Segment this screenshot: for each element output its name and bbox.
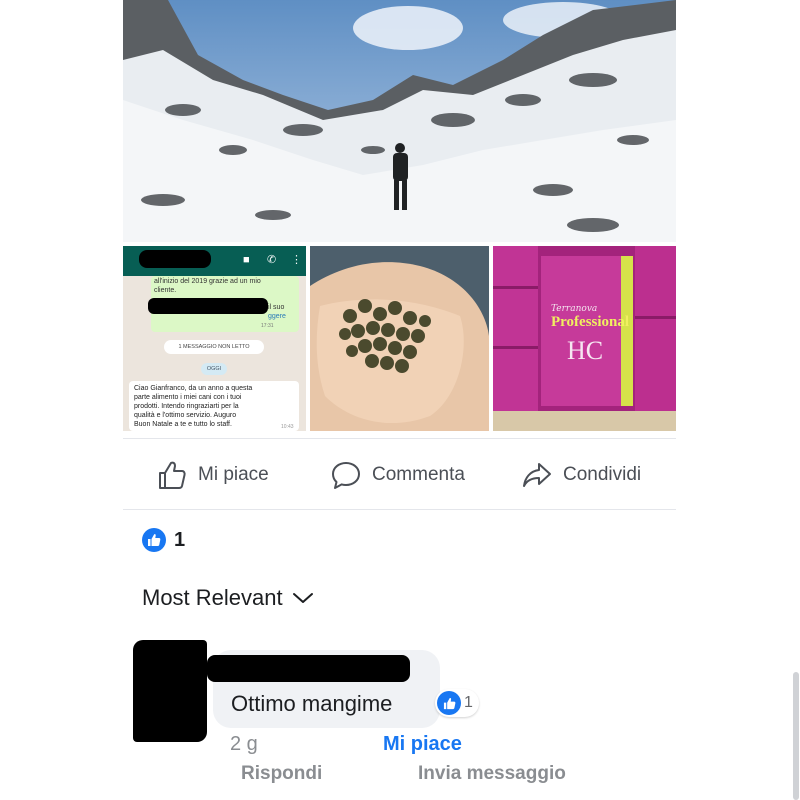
chat-header-bar: ■ ✆ ⋮ [123, 246, 306, 276]
post: ■ ✆ ⋮ all'inizio del 2019 grazie ad un m… [123, 0, 799, 800]
share-arrow-icon [523, 463, 551, 487]
bag-brand: Terranova [551, 304, 598, 314]
chat-time: 10:43 [281, 424, 294, 430]
comment-like-link[interactable]: Mi piace [383, 733, 462, 756]
chat-day-marker: OGGI [201, 363, 227, 375]
chat-line: all'inizio del 2019 grazie ad un mio [154, 278, 261, 285]
video-call-icon: ■ [243, 254, 250, 266]
chat-line: il suo [268, 304, 285, 311]
comment-icon [332, 462, 360, 489]
chat-time: 17:31 [261, 323, 274, 329]
bag-line: Professional [551, 314, 630, 330]
reaction-summary[interactable]: 1 [142, 527, 185, 553]
post-action-bar: Mi piace Commenta Condividi [123, 438, 676, 510]
chat-line: cliente. [154, 287, 177, 294]
chat-link: ggere [268, 313, 286, 320]
comment-text: Ottimo mangime [231, 691, 393, 716]
comment-reply-link[interactable]: Rispondi [241, 763, 322, 785]
comment-reaction-count: 1 [464, 694, 473, 711]
chat-incoming-bubble: Ciao Gianfranco, da un anno a questa par… [129, 381, 299, 431]
sort-label: Most Relevant [142, 585, 283, 610]
redacted-avatar [133, 640, 207, 742]
comment-reaction-badge[interactable]: 1 [435, 689, 479, 717]
phone-icon: ✆ [267, 254, 277, 266]
comment-timestamp: 2 g [230, 733, 258, 755]
share-button[interactable]: Condividi [521, 439, 641, 511]
like-reaction-icon [142, 528, 166, 552]
redacted-chat-text [148, 298, 268, 314]
chat-unread-marker: 1 MESSAGGIO NON LETTO [164, 340, 264, 354]
thumbnail-chat-screenshot[interactable]: ■ ✆ ⋮ all'inizio del 2019 grazie ad un m… [123, 246, 306, 431]
share-label: Condividi [563, 464, 642, 485]
kibble-hand-photo [310, 246, 489, 431]
post-hero-image[interactable] [123, 0, 676, 242]
reaction-count: 1 [174, 528, 186, 551]
thumbs-up-icon [159, 461, 186, 489]
chevron-down-icon [292, 593, 313, 603]
post-thumbnails: ■ ✆ ⋮ all'inizio del 2019 grazie ad un m… [123, 246, 676, 431]
like-reaction-icon [437, 691, 461, 715]
comment-message-link[interactable]: Invia messaggio [418, 763, 566, 785]
more-icon: ⋮ [291, 254, 302, 266]
comment-sort-dropdown[interactable]: Most Relevant [142, 585, 315, 611]
thumbnail-kibble-photo[interactable] [310, 246, 489, 431]
scrollbar[interactable] [793, 672, 799, 800]
redacted-commenter-name [207, 655, 410, 682]
like-button[interactable]: Mi piace [156, 439, 269, 511]
chat-incoming-text: Ciao Gianfranco, da un anno a questa par… [134, 385, 253, 428]
like-label: Mi piace [198, 464, 269, 485]
comment-label: Commenta [372, 464, 465, 485]
bag-product: HC [567, 336, 604, 365]
thumbnail-product-bags[interactable]: Terranova Professional HC [493, 246, 676, 431]
redacted-contact-name [139, 250, 211, 268]
comment-button[interactable]: Commenta [330, 439, 465, 511]
mountain-photo [123, 0, 676, 242]
